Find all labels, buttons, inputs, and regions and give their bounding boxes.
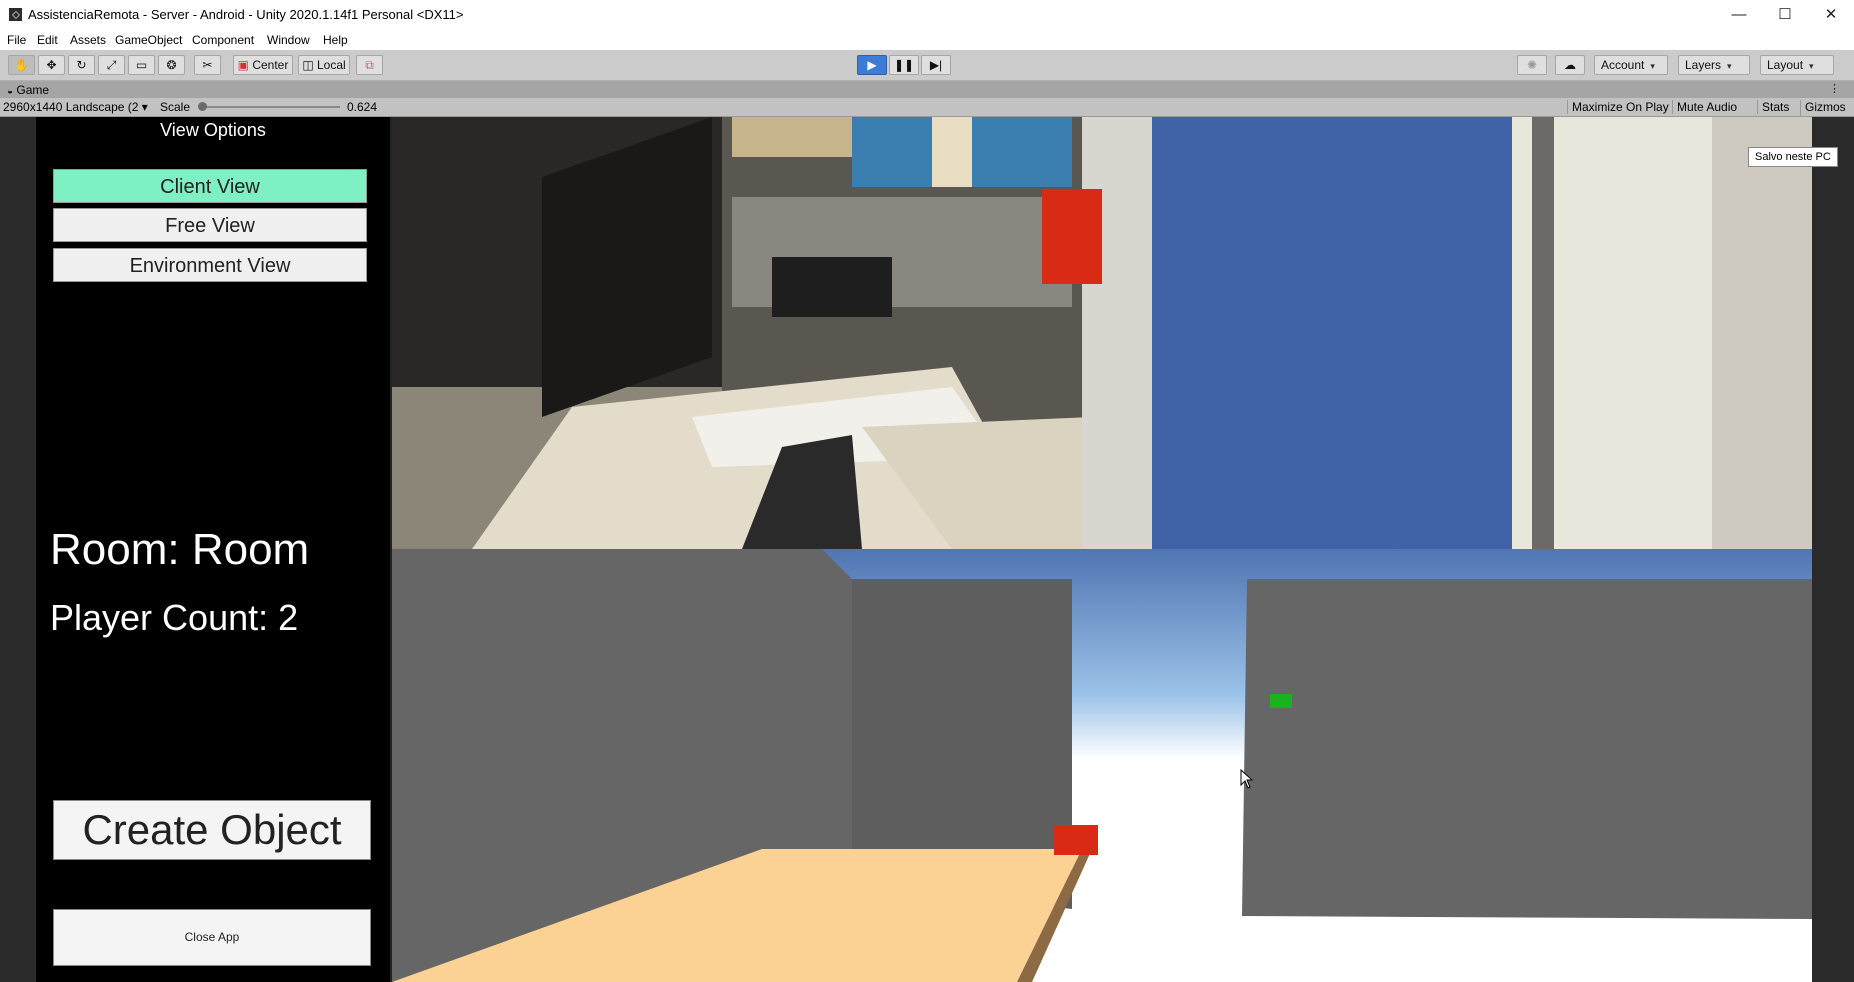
player-count-label: Player Count: 2	[50, 597, 299, 638]
main-toolbar: ✋ ✥ ↻ ⤢ ▭ ❂ ✂ ▣ Center ◫ Local ⧉ ▶ ❚❚ ▶|…	[0, 50, 1854, 81]
account-dropdown[interactable]: Account	[1594, 55, 1668, 75]
close-button[interactable]: ✕	[1808, 0, 1854, 30]
tab-menu-icon[interactable]: ⋮	[1829, 82, 1840, 95]
custom-tool-icon[interactable]: ✂	[194, 55, 221, 75]
left-dark-margin	[0, 117, 36, 982]
right-dark-margin	[1812, 117, 1854, 982]
mouse-cursor-icon	[1240, 768, 1254, 794]
rotate-tool-icon[interactable]: ↻	[68, 55, 95, 75]
environment-view-button[interactable]: Environment View	[53, 248, 367, 282]
game-tab-bar: ◒ Game ⋮	[0, 81, 1854, 98]
saved-tooltip: Salvo neste PC	[1748, 147, 1838, 167]
scale-value: 0.624	[347, 100, 378, 114]
create-object-button[interactable]: Create Object	[53, 800, 371, 860]
menu-help[interactable]: Help	[323, 33, 348, 47]
stats-toggle[interactable]: Stats	[1757, 100, 1793, 114]
menu-edit[interactable]: Edit	[37, 33, 58, 47]
scale-slider[interactable]	[198, 102, 340, 111]
pause-button[interactable]: ❚❚	[889, 55, 919, 75]
view-options-title: View Options	[160, 120, 266, 140]
menu-assets[interactable]: Assets	[70, 33, 106, 47]
center-icon: ▣	[237, 58, 249, 72]
view-options-panel: View Options Client View Free View Envir…	[36, 117, 390, 982]
rect-tool-icon[interactable]: ▭	[128, 55, 155, 75]
menu-gameobject[interactable]: GameObject	[115, 33, 182, 47]
maximize-button[interactable]: ☐	[1762, 0, 1808, 30]
window-title: AssistenciaRemota - Server - Android - U…	[28, 7, 464, 22]
window-titlebar: AssistenciaRemota - Server - Android - U…	[0, 0, 1854, 30]
red-virtual-cube-icon	[1042, 189, 1102, 284]
unity-logo-icon	[9, 8, 22, 21]
green-cube-icon	[1270, 694, 1292, 708]
camera-feed-image	[392, 117, 1812, 549]
local-icon: ◫	[302, 58, 314, 72]
layout-dropdown[interactable]: Layout	[1760, 55, 1834, 75]
gamepad-icon: ◒	[7, 86, 14, 97]
menu-window[interactable]: Window	[267, 33, 310, 47]
game-tab[interactable]: ◒ Game	[7, 83, 49, 97]
resolution-dropdown[interactable]: 2960x1440 Landscape (2 ▾	[3, 100, 148, 114]
game-view[interactable]: View Options Client View Free View Envir…	[0, 117, 1854, 982]
minimize-button[interactable]: —	[1716, 0, 1762, 30]
scale-tool-icon[interactable]: ⤢	[98, 55, 125, 75]
layers-dropdown[interactable]: Layers	[1678, 55, 1750, 75]
menu-file[interactable]: File	[7, 33, 26, 47]
move-tool-icon[interactable]: ✥	[38, 55, 65, 75]
hand-tool-icon[interactable]: ✋	[8, 55, 35, 75]
room-label: Room: Room	[50, 525, 310, 574]
maximize-on-play-toggle[interactable]: Maximize On Play	[1567, 100, 1673, 114]
close-app-button[interactable]: Close App	[53, 909, 371, 966]
menu-component[interactable]: Component	[192, 33, 254, 47]
free-view-button[interactable]: Free View	[53, 208, 367, 242]
red-cube-icon	[1054, 825, 1098, 855]
pivot-local-button[interactable]: ◫ Local	[298, 55, 350, 75]
step-button[interactable]: ▶|	[921, 55, 951, 75]
scale-slider-handle[interactable]	[198, 102, 207, 111]
scene-3d-view	[392, 549, 1812, 982]
client-view-button[interactable]: Client View	[53, 169, 367, 203]
pivot-center-button[interactable]: ▣ Center	[233, 55, 293, 75]
cloud-icon[interactable]: ☁	[1555, 55, 1585, 75]
collab-icon[interactable]: ✺	[1517, 55, 1547, 75]
scale-label: Scale	[160, 100, 191, 114]
mute-audio-toggle[interactable]: Mute Audio	[1672, 100, 1741, 114]
snap-icon[interactable]: ⧉	[356, 55, 383, 75]
menu-bar: File Edit Assets GameObject Component Wi…	[0, 30, 1854, 50]
transform-tool-icon[interactable]: ❂	[158, 55, 185, 75]
play-button[interactable]: ▶	[857, 55, 887, 75]
game-view-toolbar: 2960x1440 Landscape (2 ▾ Scale 0.624 Max…	[0, 98, 1854, 128]
